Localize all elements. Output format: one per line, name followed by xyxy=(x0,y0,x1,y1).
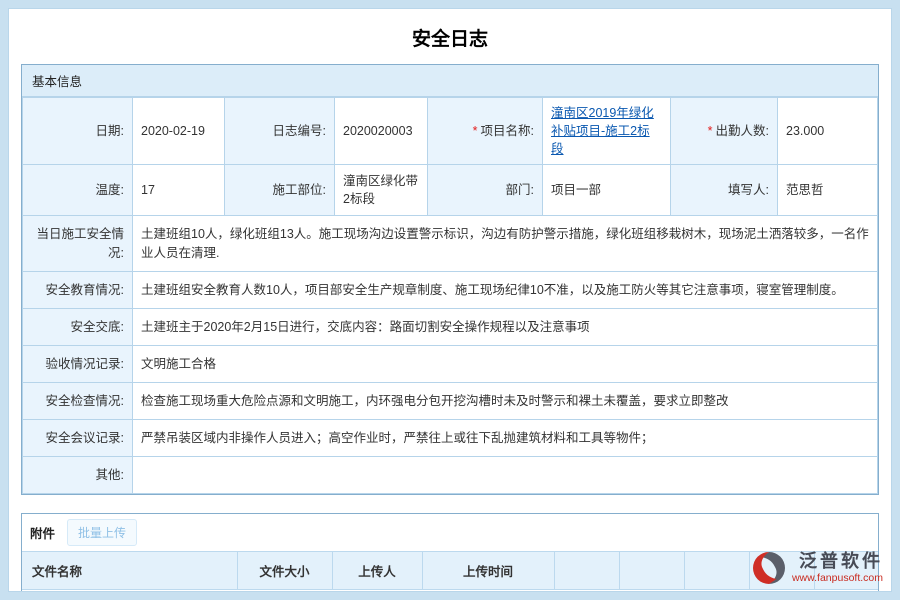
acceptance-record-value: 文明施工合格 xyxy=(133,345,878,382)
project-link[interactable]: 潼南区2019年绿化补贴项目-施工2标段 xyxy=(551,106,654,156)
log-number-label: 日志编号: xyxy=(225,98,335,165)
table-row: 安全检查情况: 检查施工现场重大危险点源和文明施工，内环强电分包开挖沟槽时未及时… xyxy=(23,383,878,420)
attachments-panel: 附件 批量上传 文件名称 文件大小 上传人 上传时间 xyxy=(21,513,879,591)
table-row: 温度: 17 施工部位: 潼南区绿化带2标段 部门: 项目一部 填写人: 范思哲 xyxy=(23,165,878,216)
app-viewport: 安全日志 基本信息 日期: 2020-02-19 日志编号: 202002000… xyxy=(0,0,900,600)
section-spacer xyxy=(9,495,891,513)
col-header-file-size: 文件大小 xyxy=(237,552,332,590)
date-label: 日期: xyxy=(23,98,133,165)
attendance-value: 23.000 xyxy=(778,98,878,165)
safety-inspection-label: 安全检查情况: xyxy=(23,383,133,420)
construction-part-value: 潼南区绿化带2标段 xyxy=(335,165,428,216)
daily-safety-value: 土建班组10人，绿化班组13人。施工现场沟边设置警示标识，沟边有防护警示措施，绿… xyxy=(133,216,878,271)
attachments-table: 文件名称 文件大小 上传人 上传时间 xyxy=(22,551,878,590)
date-value: 2020-02-19 xyxy=(133,98,225,165)
page-title: 安全日志 xyxy=(9,9,891,64)
batch-upload-button[interactable]: 批量上传 xyxy=(67,519,137,546)
safety-log-page: 安全日志 基本信息 日期: 2020-02-19 日志编号: 202002000… xyxy=(8,8,892,592)
col-header-file-name: 文件名称 xyxy=(22,552,237,590)
required-marker: * xyxy=(473,124,478,138)
temperature-value: 17 xyxy=(133,165,225,216)
project-name-label: *项目名称: xyxy=(428,98,543,165)
attachments-header-row: 文件名称 文件大小 上传人 上传时间 xyxy=(22,552,878,590)
department-label: 部门: xyxy=(428,165,543,216)
department-value: 项目一部 xyxy=(543,165,671,216)
field-label-text: 施工部位: xyxy=(273,183,326,197)
attachments-empty-area xyxy=(22,590,878,591)
writer-label: 填写人: xyxy=(671,165,778,216)
table-row: 验收情况记录: 文明施工合格 xyxy=(23,345,878,382)
field-label-text: 项目名称: xyxy=(481,124,534,138)
safety-inspection-value: 检查施工现场重大危险点源和文明施工，内环强电分包开挖沟槽时未及时警示和裸土未覆盖… xyxy=(133,383,878,420)
field-label-text: 日期: xyxy=(96,124,124,138)
table-row: 安全交底: 土建班主于2020年2月15日进行，交底内容：路面切割安全操作规程以… xyxy=(23,308,878,345)
other-label: 其他: xyxy=(23,457,133,494)
col-header-uploader: 上传人 xyxy=(332,552,422,590)
other-value xyxy=(133,457,878,494)
safety-briefing-value: 土建班主于2020年2月15日进行，交底内容：路面切割安全操作规程以及注意事项 xyxy=(133,308,878,345)
col-header-empty xyxy=(684,552,749,590)
field-label-text: 出勤人数: xyxy=(716,124,769,138)
attachments-title: 附件 xyxy=(30,523,55,542)
safety-meeting-value: 严禁吊装区域内非操作人员进入；高空作业时，严禁往上或往下乱抛建筑材料和工具等物件… xyxy=(133,420,878,457)
safety-briefing-label: 安全交底: xyxy=(23,308,133,345)
table-row: 其他: xyxy=(23,457,878,494)
project-name-value: 潼南区2019年绿化补贴项目-施工2标段 xyxy=(543,98,671,165)
writer-value: 范思哲 xyxy=(778,165,878,216)
table-row: 日期: 2020-02-19 日志编号: 2020020003 *项目名称: 潼… xyxy=(23,98,878,165)
safety-education-label: 安全教育情况: xyxy=(23,271,133,308)
col-header-upload-time: 上传时间 xyxy=(422,552,554,590)
field-label-text: 部门: xyxy=(506,183,534,197)
temperature-label: 温度: xyxy=(23,165,133,216)
table-row: 安全会议记录: 严禁吊装区域内非操作人员进入；高空作业时，严禁往上或往下乱抛建筑… xyxy=(23,420,878,457)
table-row: 当日施工安全情况: 土建班组10人，绿化班组13人。施工现场沟边设置警示标识，沟… xyxy=(23,216,878,271)
field-label-text: 填写人: xyxy=(728,183,769,197)
attachments-toolbar: 附件 批量上传 xyxy=(22,514,878,551)
construction-part-label: 施工部位: xyxy=(225,165,335,216)
brand-text-block: 泛普软件 www.fanpusoft.com xyxy=(792,552,883,584)
brand-name: 泛普软件 xyxy=(799,552,883,572)
log-number-value: 2020020003 xyxy=(335,98,428,165)
field-label-text: 温度: xyxy=(96,183,124,197)
fanpu-logo-icon xyxy=(752,551,786,585)
acceptance-record-label: 验收情况记录: xyxy=(23,345,133,382)
safety-meeting-label: 安全会议记录: xyxy=(23,420,133,457)
basic-info-section-header: 基本信息 xyxy=(22,65,878,97)
field-label-text: 日志编号: xyxy=(273,124,326,138)
col-header-empty xyxy=(619,552,684,590)
attendance-label: *出勤人数: xyxy=(671,98,778,165)
required-marker: * xyxy=(708,124,713,138)
brand-url: www.fanpusoft.com xyxy=(792,572,883,585)
daily-safety-label: 当日施工安全情况: xyxy=(23,216,133,271)
table-row: 安全教育情况: 土建班组安全教育人数10人，项目部安全生产规章制度、施工现场纪律… xyxy=(23,271,878,308)
basic-info-table: 日期: 2020-02-19 日志编号: 2020020003 *项目名称: 潼… xyxy=(22,97,878,494)
basic-info-panel: 基本信息 日期: 2020-02-19 日志编号: 2020020003 *项目… xyxy=(21,64,879,495)
col-header-empty xyxy=(554,552,619,590)
safety-education-value: 土建班组安全教育人数10人，项目部安全生产规章制度、施工现场纪律10不准，以及施… xyxy=(133,271,878,308)
brand-logo: 泛普软件 www.fanpusoft.com xyxy=(752,551,883,585)
